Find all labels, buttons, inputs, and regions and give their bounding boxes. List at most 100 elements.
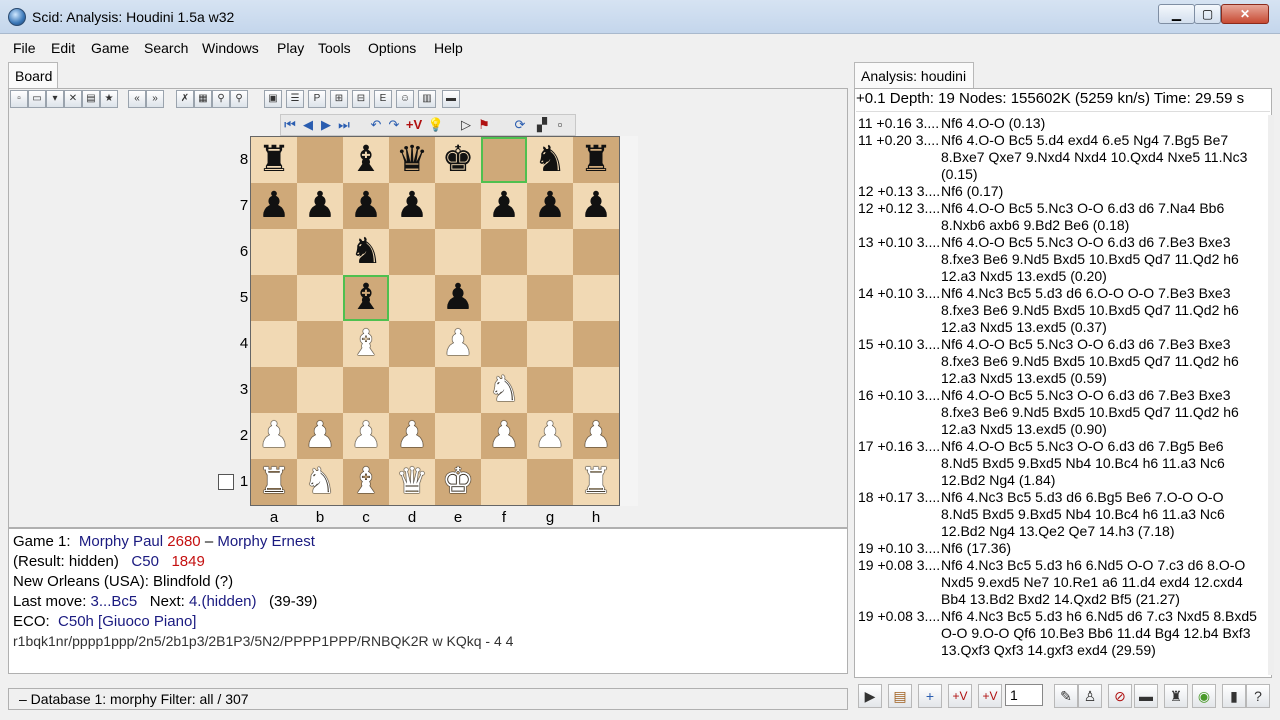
square-e2[interactable] (435, 413, 481, 459)
next-icon[interactable]: ▶ (317, 116, 335, 134)
square-g6[interactable] (527, 229, 573, 275)
square-e1[interactable]: ♚ (435, 459, 481, 505)
search2-icon[interactable]: ⚲ (230, 90, 248, 108)
eco-name[interactable]: C50h [Giuoco Piano] (58, 613, 196, 630)
square-f7[interactable]: ♟ (481, 183, 527, 229)
start-engine-icon[interactable]: ▶ (858, 684, 882, 708)
menu-tools[interactable]: Tools (318, 40, 351, 56)
menu-play[interactable]: Play (277, 40, 304, 56)
square-d4[interactable] (389, 321, 435, 367)
analysis-line[interactable]: 12 +0.13 3....Nf6 (0.17) (858, 183, 1262, 200)
square-c3[interactable] (343, 367, 389, 413)
train-icon[interactable]: ▬ (1134, 684, 1158, 708)
play-icon[interactable]: ▷ (457, 116, 475, 134)
square-h4[interactable] (573, 321, 619, 367)
black-queen-icon[interactable]: ♛ (396, 139, 428, 180)
annotate-icon[interactable]: ♙ (1078, 684, 1102, 708)
black-player[interactable]: Morphy Ernest (217, 533, 315, 550)
square-f4[interactable] (481, 321, 527, 367)
analysis-line[interactable]: 17 +0.16 3....Nf6 4.O-O Bc5 5.Nc3 O-O 6.… (858, 438, 1262, 489)
menu-game[interactable]: Game (91, 40, 129, 56)
prev-icon[interactable]: ◀ (299, 116, 317, 134)
square-d5[interactable] (389, 275, 435, 321)
black-pawn-icon[interactable]: ♟ (258, 185, 290, 226)
menu-help[interactable]: Help (434, 40, 463, 56)
analysis-line[interactable]: 11 +0.20 3.... Nf6 4.O-O Bc5 5.d4 exd4 6.… (858, 132, 1262, 183)
new-icon[interactable]: ▫ (10, 90, 28, 108)
white-rook-icon[interactable]: ♜ (258, 461, 290, 502)
analysis-scrollbar[interactable] (1268, 115, 1274, 675)
menu-edit[interactable]: Edit (51, 40, 75, 56)
square-b5[interactable] (297, 275, 343, 321)
white-bishop-icon[interactable]: ♝ (350, 461, 382, 502)
square-h2[interactable]: ♟ (573, 413, 619, 459)
edit-icon[interactable]: ✎ (1054, 684, 1078, 708)
window1-icon[interactable]: ▣ (264, 90, 282, 108)
square-h3[interactable] (573, 367, 619, 413)
square-c7[interactable]: ♟ (343, 183, 389, 229)
square-g1[interactable] (527, 459, 573, 505)
menu-options[interactable]: Options (368, 40, 416, 56)
square-h1[interactable]: ♜ (573, 459, 619, 505)
tab-board[interactable]: Board (8, 62, 58, 88)
square-d2[interactable]: ♟ (389, 413, 435, 459)
square-e4[interactable]: ♟ (435, 321, 481, 367)
square-c8[interactable]: ♝ (343, 137, 389, 183)
black-knight-icon[interactable]: ♞ (534, 139, 566, 180)
square-e7[interactable] (435, 183, 481, 229)
black-pawn-icon[interactable]: ♟ (442, 277, 474, 318)
filter-icon[interactable]: ▦ (194, 90, 212, 108)
white-pawn-icon[interactable]: ♟ (442, 323, 474, 364)
black-pawn-icon[interactable]: ♟ (580, 185, 612, 226)
tree-icon[interactable]: ⊞ (330, 90, 348, 108)
menu-file[interactable]: File (13, 40, 36, 56)
square-d6[interactable] (389, 229, 435, 275)
analysis-line[interactable]: 15 +0.10 3....Nf6 4.O-O Bc5 5.Nc3 O-O 6.… (858, 336, 1262, 387)
analysis-line[interactable]: 16 +0.10 3....Nf6 4.O-O Bc5 5.Nc3 O-O 6.… (858, 387, 1262, 438)
white-pawn-icon[interactable]: ♟ (350, 415, 382, 456)
square-f1[interactable] (481, 459, 527, 505)
white-bishop-icon[interactable]: ♝ (350, 323, 382, 364)
square-a8[interactable]: ♜ (251, 137, 297, 183)
square-h8[interactable]: ♜ (573, 137, 619, 183)
open-icon[interactable]: ▭ (28, 90, 46, 108)
eco-icon[interactable]: E (374, 90, 392, 108)
white-pawn-icon[interactable]: ♟ (580, 415, 612, 456)
white-king-icon[interactable]: ♚ (442, 461, 474, 502)
square-f3[interactable]: ♞ (481, 367, 527, 413)
square-f5[interactable] (481, 275, 527, 321)
black-pawn-icon[interactable]: ♟ (350, 185, 382, 226)
white-knight-icon[interactable]: ♞ (304, 461, 336, 502)
white-queen-icon[interactable]: ♛ (396, 461, 428, 502)
square-b7[interactable]: ♟ (297, 183, 343, 229)
forward-icon[interactable]: » (146, 90, 164, 108)
finish-icon[interactable]: ▮ (1222, 684, 1246, 708)
add-var-icon[interactable]: +V (403, 116, 425, 134)
white-rook-icon[interactable]: ♜ (580, 461, 612, 502)
white-pawn-icon[interactable]: ♟ (258, 415, 290, 456)
minimize-button[interactable]: ▁ (1158, 4, 1195, 24)
back-icon[interactable]: « (128, 90, 146, 108)
square-c4[interactable]: ♝ (343, 321, 389, 367)
square-h7[interactable]: ♟ (573, 183, 619, 229)
multipv-spinner[interactable]: 1 (1005, 684, 1043, 706)
analysis-line[interactable]: 19 +0.08 3....Nf6 4.Nc3 Bc5 5.d3 h6 6.Nd… (858, 557, 1262, 608)
black-pawn-icon[interactable]: ♟ (488, 185, 520, 226)
black-bishop-icon[interactable]: ♝ (350, 139, 382, 180)
square-b2[interactable]: ♟ (297, 413, 343, 459)
square-b1[interactable]: ♞ (297, 459, 343, 505)
black-bishop-icon[interactable]: ♝ (350, 277, 382, 318)
analysis-line[interactable]: 12 +0.12 3....Nf6 4.O-O Bc5 5.Nc3 O-O 6.… (858, 200, 1262, 234)
square-d8[interactable]: ♛ (389, 137, 435, 183)
square-h5[interactable] (573, 275, 619, 321)
analysis-line[interactable]: 11 +0.16 3.... Nf6 4.O-O (0.13) (858, 115, 1262, 132)
close-button[interactable]: ✕ (1221, 4, 1269, 24)
square-a2[interactable]: ♟ (251, 413, 297, 459)
black-rook-icon[interactable]: ♜ (258, 139, 290, 180)
square-f6[interactable] (481, 229, 527, 275)
square-a7[interactable]: ♟ (251, 183, 297, 229)
stats-icon[interactable]: ▥ (418, 90, 436, 108)
white-player[interactable]: Morphy Paul (79, 533, 163, 550)
side-to-move-checkbox[interactable] (218, 474, 234, 490)
analysis-line[interactable]: 19 +0.10 3....Nf6 (17.36) (858, 540, 1262, 557)
